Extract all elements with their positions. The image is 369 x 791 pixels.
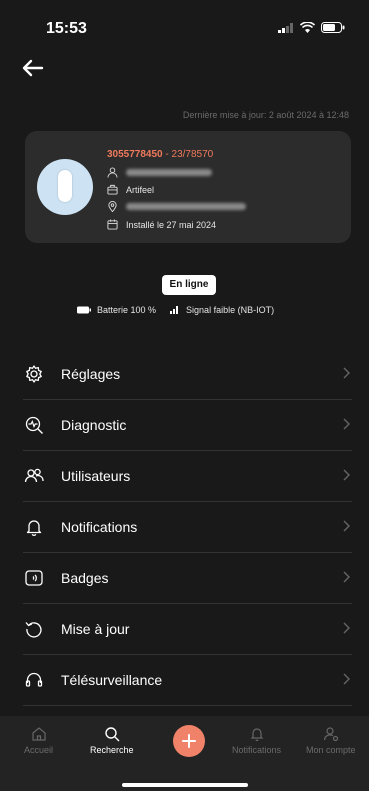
battery-label: Batterie 100 %	[97, 305, 157, 315]
weak-signal-icon	[170, 306, 179, 314]
tab-label: Notifications	[232, 745, 282, 755]
install-row: Installé le 27 mai 2024	[107, 219, 216, 230]
refresh-icon	[23, 618, 45, 640]
badge-icon	[23, 567, 45, 589]
menu-label: Télésurveillance	[61, 672, 163, 688]
device-status-line: Batterie 100 % Signal faible (NB-IOT)	[77, 305, 274, 315]
headset-icon	[23, 669, 45, 691]
menu-item-reglages[interactable]: Réglages	[23, 349, 352, 400]
menu-item-notifications[interactable]: Notifications	[23, 502, 352, 553]
menu-label: Badges	[61, 570, 109, 586]
address-redacted	[126, 203, 246, 210]
company-name: Artifeel	[126, 184, 155, 195]
person-icon	[107, 167, 118, 178]
tab-label: Recherche	[90, 745, 134, 755]
chevron-right-icon	[343, 367, 350, 379]
last-update-text: Dernière mise à jour: 2 août 2024 à 12:4…	[182, 110, 349, 120]
chevron-right-icon	[343, 418, 350, 430]
serial-suffix: - 23/78570	[162, 149, 214, 160]
company-row: Artifeel	[107, 184, 154, 195]
diagnostic-icon	[23, 414, 45, 436]
device-card[interactable]: 3055778450 - 23/78570 Artifeel Installé …	[25, 131, 351, 243]
bell-icon	[250, 728, 263, 742]
cellular-signal-icon	[278, 22, 293, 33]
device-serial: 3055778450 - 23/78570	[107, 149, 213, 160]
chevron-right-icon	[343, 673, 350, 685]
battery-full-icon	[77, 306, 91, 314]
tab-label: Accueil	[24, 745, 54, 755]
menu-item-diagnostic[interactable]: Diagnostic	[23, 400, 352, 451]
search-icon	[105, 727, 120, 742]
menu-label: Utilisateurs	[61, 468, 131, 484]
tab-accueil[interactable]: Accueil	[24, 726, 53, 755]
chevron-right-icon	[343, 520, 350, 532]
plus-icon	[182, 734, 196, 748]
settings-menu: Réglages Diagnostic Utilisateurs Notific…	[23, 349, 352, 706]
battery-icon	[321, 22, 345, 33]
install-date: Installé le 27 mai 2024	[126, 219, 217, 230]
bottom-tab-bar: Accueil Recherche Notifications Mon comp…	[0, 716, 369, 791]
online-status-badge: En ligne	[162, 275, 216, 295]
tab-mon-compte[interactable]: Mon compte	[306, 726, 356, 755]
owner-row	[107, 167, 212, 178]
chevron-right-icon	[343, 571, 350, 583]
menu-item-badges[interactable]: Badges	[23, 553, 352, 604]
arrow-left-icon	[22, 59, 44, 77]
calendar-icon	[107, 219, 118, 230]
home-icon	[31, 727, 46, 741]
menu-label: Notifications	[61, 519, 138, 535]
status-icons	[278, 22, 345, 33]
address-row	[107, 201, 246, 212]
back-button[interactable]	[20, 56, 46, 80]
briefcase-icon	[107, 184, 118, 195]
menu-label: Mise à jour	[61, 621, 130, 637]
chevron-right-icon	[343, 622, 350, 634]
menu-item-telesurveillance[interactable]: Télésurveillance	[23, 655, 352, 706]
home-indicator	[122, 783, 248, 787]
wifi-icon	[300, 22, 315, 33]
tab-recherche[interactable]: Recherche	[90, 726, 134, 755]
account-icon	[323, 727, 338, 742]
users-icon	[23, 465, 45, 487]
menu-label: Réglages	[61, 366, 121, 382]
bell-icon	[23, 516, 45, 538]
menu-item-mise-a-jour[interactable]: Mise à jour	[23, 604, 352, 655]
status-time: 15:53	[46, 20, 87, 37]
location-pin-icon	[108, 201, 117, 212]
menu-item-utilisateurs[interactable]: Utilisateurs	[23, 451, 352, 502]
gear-icon	[23, 363, 45, 385]
signal-label: Signal faible (NB-IOT)	[186, 305, 275, 315]
menu-label: Diagnostic	[61, 417, 127, 433]
device-image	[58, 170, 72, 202]
tab-notifications[interactable]: Notifications	[232, 726, 281, 755]
serial-number: 3055778450	[107, 149, 163, 160]
tab-label: Mon compte	[306, 745, 356, 755]
chevron-right-icon	[343, 469, 350, 481]
add-button[interactable]	[173, 725, 205, 757]
owner-email-redacted	[126, 169, 212, 176]
status-bar: 15:53	[0, 0, 369, 44]
device-avatar	[37, 159, 93, 215]
